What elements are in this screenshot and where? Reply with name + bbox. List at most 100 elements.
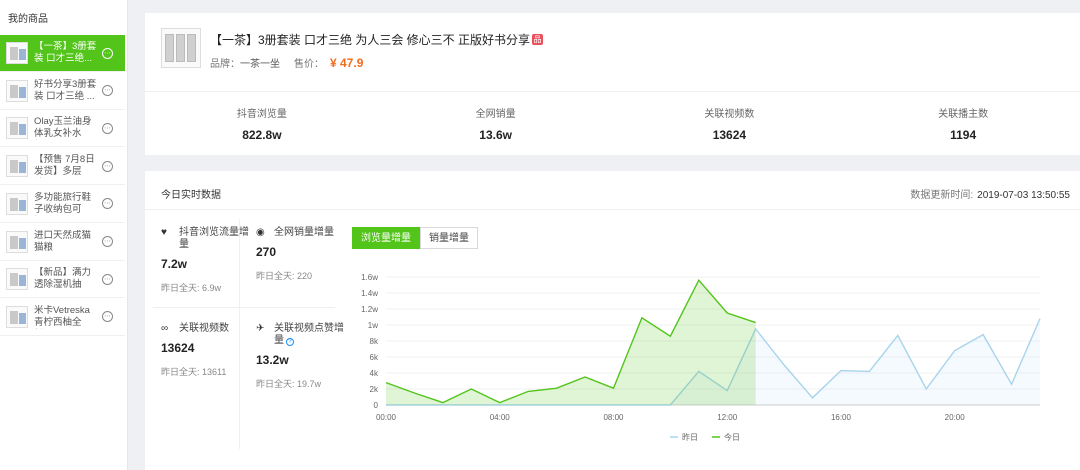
- stat-label: 关联播主数: [938, 109, 989, 120]
- sidebar-item-product[interactable]: 米卡Vetreska青柠西柚全封... ⋯: [0, 299, 125, 336]
- series-area: [386, 280, 756, 405]
- metric-label: 关联视频点赞增量: [274, 323, 344, 346]
- y-tick-label: 1.4w: [361, 289, 378, 298]
- tab-sales-increase[interactable]: 销量增量: [420, 227, 478, 249]
- realtime-chart: 0 2k 4k 6k 8k 1w 1.2w 1.4w 1.6w 00:00 04:00 08:00 12…: [361, 273, 1041, 442]
- product-thumbnail: [6, 268, 28, 291]
- metric-value: 7.2w: [161, 257, 188, 271]
- metric-label: 关联视频数: [179, 323, 229, 334]
- store-tag-icon: 品: [532, 34, 544, 45]
- more-options-icon[interactable]: ⋯: [102, 311, 113, 323]
- more-options-icon[interactable]: ⋯: [102, 273, 113, 285]
- metric-yesterday: 昨日全天: 19.7w: [256, 379, 322, 389]
- update-value: 2019-07-03 13:50:55: [977, 190, 1070, 201]
- update-label: 数据更新时间:: [910, 190, 974, 201]
- product-thumbnail: [6, 117, 28, 140]
- x-tick-label: 08:00: [603, 413, 624, 422]
- update-time: 数据更新时间: 2019-07-03 13:50:55: [910, 186, 1070, 201]
- sidebar-item-product[interactable]: 【预售 7月8日发货】多层端... ⋯: [0, 148, 125, 186]
- product-title-text[interactable]: 【一茶】3册套装 口才三绝 为人三会 修心三不 正版好书分享: [210, 31, 530, 48]
- stat-total-sales: 全网销量 13.6w: [379, 105, 613, 142]
- sidebar-item-label: 多功能旅行鞋子收纳包可视...: [34, 191, 92, 215]
- product-image: [161, 28, 201, 68]
- metric-yesterday: 昨日全天: 6.9w: [161, 283, 222, 293]
- y-tick-label: 0: [374, 401, 379, 410]
- heart-icon: ♥: [161, 227, 167, 238]
- product-thumbnail: [6, 230, 28, 253]
- divider: [145, 209, 1080, 210]
- link-icon: ∞: [161, 323, 169, 334]
- thumbs-up-icon: ✈: [256, 323, 265, 334]
- x-tick-label: 16:00: [831, 413, 852, 422]
- stat-label: 全网销量: [475, 109, 516, 120]
- product-sidebar: 我的商品 【一茶】3册套装 口才三绝... ⋯ 好书分享3册套装 口才三绝 ... ⋯…: [0, 0, 128, 470]
- chart-tabs: 浏览量增量 销量增量: [352, 227, 478, 249]
- realtime-title: 今日实时数据: [161, 190, 221, 201]
- metric-yesterday: 昨日全天: 13611: [161, 367, 227, 377]
- y-tick-label: 8k: [370, 337, 379, 346]
- y-tick-label: 4k: [370, 369, 379, 378]
- product-title[interactable]: 【一茶】3册套装 口才三绝 为人三会 修心三不 正版好书分享 品: [210, 31, 544, 48]
- product-card: 【一茶】3册套装 口才三绝 为人三会 修心三不 正版好书分享 品 品牌： 一茶一…: [145, 13, 1080, 155]
- more-options-icon[interactable]: ⋯: [102, 85, 113, 97]
- metric-yesterday: 昨日全天: 220: [256, 271, 313, 281]
- x-tick-label: 04:00: [490, 413, 511, 422]
- more-options-icon[interactable]: ⋯: [102, 198, 113, 210]
- stat-value: 1194: [950, 128, 977, 142]
- tab-view-increase[interactable]: 浏览量增量: [352, 227, 420, 249]
- x-tick-label: 12:00: [717, 413, 738, 422]
- stat-douyin-views: 抖音浏览量 822.8w: [145, 105, 379, 142]
- product-thumbnail: [6, 192, 28, 215]
- metric-value: 13.2w: [256, 353, 289, 367]
- sidebar-item-product[interactable]: 好书分享3册套装 口才三绝 ... ⋯: [0, 73, 125, 110]
- sidebar-item-label: 米卡Vetreska青柠西柚全封...: [34, 304, 90, 328]
- more-options-icon[interactable]: ⋯: [102, 236, 113, 247]
- price-value: ¥ 47.9: [330, 56, 364, 70]
- metric-douyin-view-increase: ♥ 抖音浏览流量增量 7.2w 昨日全天: 6.9w: [161, 227, 251, 294]
- product-thumbnail: [6, 305, 28, 328]
- sidebar-item-label: 【新品】满力透除湿机抽湿...: [34, 267, 92, 291]
- metric-video-like-increase: ✈ 关联视频点赞增量? 13.2w 昨日全天: 19.7w: [256, 323, 346, 390]
- sidebar-item-product[interactable]: 多功能旅行鞋子收纳包可视... ⋯: [0, 186, 125, 223]
- legend-label: 昨日: [682, 432, 698, 442]
- sidebar-item-product[interactable]: Olay玉兰油身体乳女补水保... ⋯: [0, 110, 125, 148]
- metric-value: 270: [256, 245, 277, 259]
- realtime-card: 今日实时数据 数据更新时间: 2019-07-03 13:50:55 ♥ 抖音浏览流…: [145, 171, 1080, 470]
- metric-grid-divider: [153, 307, 335, 308]
- stat-label: 关联视频数: [704, 109, 755, 120]
- y-tick-label: 1.2w: [361, 305, 378, 314]
- metric-label: 全网销量增量: [274, 227, 334, 238]
- help-icon[interactable]: ?: [286, 338, 294, 346]
- metric-sales-increase: ◉ 全网销量增量 270 昨日全天: 220: [256, 227, 346, 282]
- y-tick-label: 1.6w: [361, 273, 378, 282]
- sidebar-item-product[interactable]: 进口天然成猫猫粮 kingsmo... ⋯: [0, 224, 125, 261]
- stat-related-videos: 关联视频数 13624: [613, 105, 847, 142]
- more-options-icon[interactable]: ⋯: [102, 160, 113, 172]
- sidebar-item-label: 【一茶】3册套装 口才三绝...: [34, 41, 97, 64]
- legend-label: 今日: [724, 432, 740, 442]
- brand-value: 一茶一坐: [240, 59, 280, 70]
- sidebar-item-label: 【预售 7月8日发货】多层端...: [34, 154, 95, 178]
- metric-label: 抖音浏览流量增量: [179, 227, 249, 250]
- stat-related-creators: 关联播主数 1194: [846, 105, 1080, 142]
- brand-label: 品牌：: [210, 59, 240, 70]
- metric-related-videos: ∞ 关联视频数 13624 昨日全天: 13611: [161, 323, 251, 378]
- stat-label: 抖音浏览量: [236, 109, 287, 120]
- price-label: 售价：: [294, 59, 324, 70]
- metric-value: 13624: [161, 341, 195, 355]
- stat-value: 13624: [712, 128, 747, 142]
- sidebar-item-product[interactable]: 【一茶】3册套装 口才三绝... ⋯: [0, 35, 125, 72]
- product-thumbnail: [6, 79, 28, 102]
- y-tick-label: 1w: [368, 321, 378, 330]
- product-thumbnail: [6, 155, 28, 178]
- y-tick-label: 2k: [370, 385, 379, 394]
- product-thumbnail: [6, 42, 28, 64]
- x-tick-label: 20:00: [945, 413, 966, 422]
- sidebar-item-label: Olay玉兰油身体乳女补水保...: [34, 116, 92, 140]
- more-options-icon[interactable]: ⋯: [102, 122, 113, 134]
- eye-icon: ◉: [256, 227, 265, 238]
- stat-value: 13.6w: [479, 128, 512, 142]
- more-options-icon[interactable]: ⋯: [102, 47, 113, 59]
- x-tick-label: 00:00: [376, 413, 397, 422]
- sidebar-item-product[interactable]: 【新品】满力透除湿机抽湿... ⋯: [0, 261, 125, 299]
